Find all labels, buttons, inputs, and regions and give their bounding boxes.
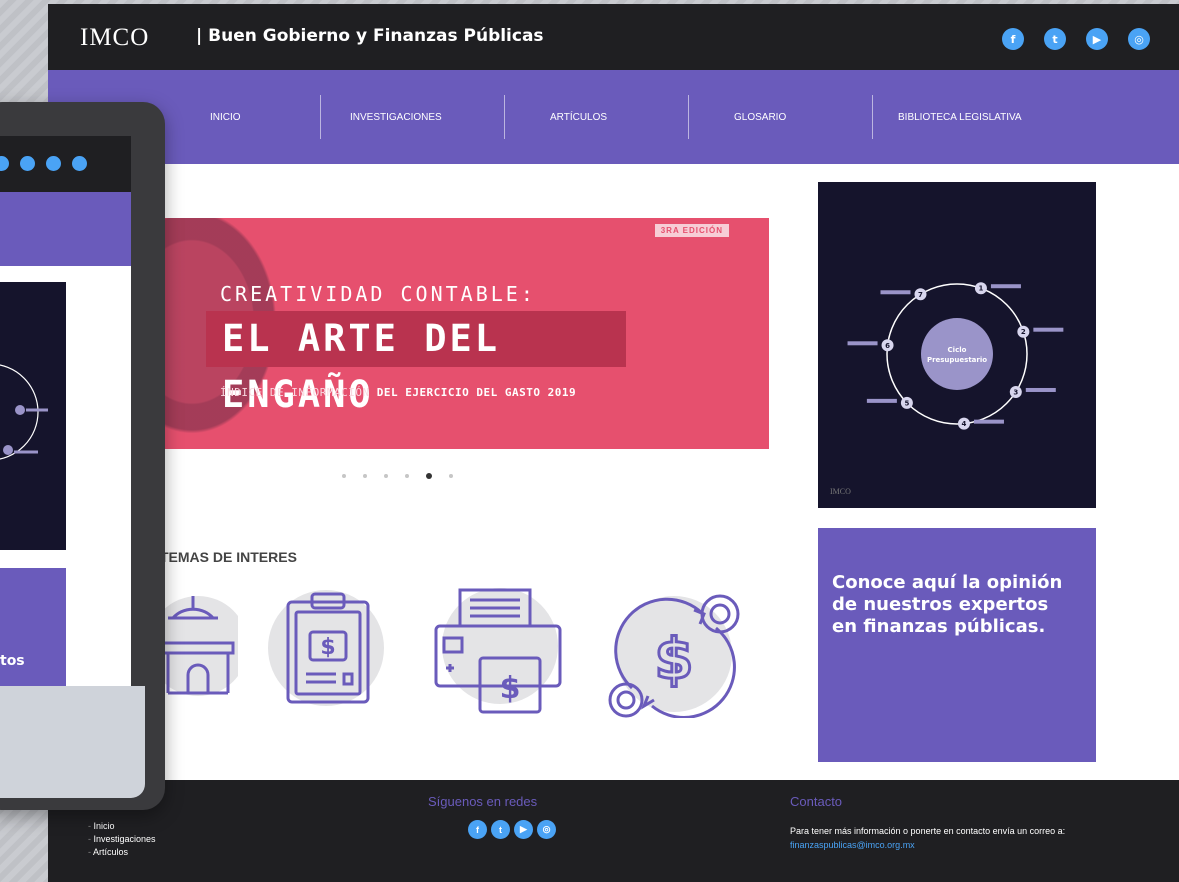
cycle-step-label — [880, 290, 911, 295]
graphic-logo: IMCO — [830, 487, 851, 496]
imco-logo[interactable]: IMCO — [80, 24, 149, 52]
carousel-dot[interactable] — [426, 473, 432, 479]
site-title: | Buen Gobierno y Finanzas Públicas — [196, 26, 544, 46]
twitter-icon[interactable]: t — [1044, 28, 1066, 50]
top-bar: IMCO | Buen Gobierno y Finanzas Públicas… — [48, 4, 1179, 70]
footer-link-articulos[interactable]: Artículos — [88, 846, 156, 859]
nav-divider — [504, 95, 505, 139]
main-nav: INICIO INVESTIGACIONES ARTÍCULOS GLOSARI… — [48, 70, 1179, 164]
main-content: 3RA EDICIÓN CREATIVIDAD CONTABLE: EL ART… — [48, 164, 1179, 780]
cycle-step-label — [990, 284, 1021, 289]
site-footer: Inicio Investigaciones Artículos Sígueno… — [48, 780, 1179, 882]
svg-text:$: $ — [655, 627, 694, 692]
tablet-social-links — [0, 156, 87, 171]
tablet-nav — [0, 192, 131, 266]
tablet-screen: tos — [0, 136, 131, 686]
cycle-step-label — [847, 341, 878, 346]
cycle-step-number: 4 — [962, 420, 967, 428]
tablet-experts-card: tos — [0, 568, 66, 686]
cycle-step-number: 1 — [979, 285, 984, 293]
facebook-icon[interactable]: f — [468, 820, 487, 839]
footer-social-heading: Síguenos en redes — [428, 794, 538, 809]
cycle-step-number: 3 — [1013, 388, 1018, 396]
tablet-card-text-fragment: tos — [0, 653, 25, 669]
experts-card-text: Conoce aquí la opinión de nuestros exper… — [832, 572, 1063, 637]
nav-investigaciones[interactable]: INVESTIGACIONES — [350, 70, 442, 164]
svg-text:$: $ — [320, 635, 335, 660]
cycle-step-number: 2 — [1021, 328, 1026, 336]
logo-text: IMCO — [80, 24, 150, 51]
nav-divider — [872, 95, 873, 139]
budget-cycle-diagram: Ciclo Presupuestario 1 2 3 4 5 6 7 IMCO — [830, 282, 1064, 496]
topics-heading: TEMAS DE INTERES — [160, 549, 297, 565]
carousel-pagination — [342, 473, 453, 479]
cycle-center-label-2: Presupuestario — [927, 356, 987, 364]
budget-cycle-graphic[interactable]: Ciclo Presupuestario 1 2 3 4 5 6 7 IMCO — [818, 182, 1096, 508]
tablet-budget-graphic — [0, 282, 66, 550]
carousel-dot[interactable] — [384, 474, 388, 478]
footer-contact-heading: Contacto — [790, 794, 843, 809]
printer-money-icon[interactable]: $ — [430, 588, 570, 718]
hero-banner[interactable]: 3RA EDICIÓN CREATIVIDAD CONTABLE: EL ART… — [158, 218, 769, 449]
footer-social-links: f t ▶ ◎ — [468, 820, 556, 839]
carousel-dot[interactable] — [342, 474, 346, 478]
money-exchange-icon[interactable]: $ — [604, 588, 744, 718]
cycle-step-label — [1025, 387, 1056, 392]
carousel-dot[interactable] — [449, 474, 453, 478]
government-building-icon[interactable] — [158, 588, 238, 698]
footer-links: Inicio Investigaciones Artículos — [88, 820, 156, 859]
nav-divider — [688, 95, 689, 139]
nav-divider — [320, 95, 321, 139]
budget-clipboard-icon[interactable]: $ — [266, 588, 396, 708]
contact-description: Para tener más información o ponerte en … — [790, 826, 1066, 836]
twitter-icon — [20, 156, 35, 171]
banner-headline: EL ARTE DEL ENGAÑO — [206, 311, 626, 416]
header-social-links: f t ▶ ◎ — [1002, 28, 1150, 50]
cycle-step-number: 7 — [918, 291, 923, 299]
cycle-center-label-1: Ciclo — [948, 346, 967, 354]
banner-kicker: CREATIVIDAD CONTABLE: — [220, 282, 536, 306]
carousel-dot[interactable] — [405, 474, 409, 478]
banner-subtitle-prefix: ÍNDICE DE INFORMACIÓN — [220, 386, 370, 399]
cycle-step-label — [973, 419, 1004, 424]
banner-subtitle: ÍNDICE DE INFORMACIÓN DEL EJERCICIO DEL … — [220, 386, 576, 399]
nav-articulos[interactable]: ARTÍCULOS — [550, 70, 607, 164]
youtube-icon[interactable]: ▶ — [514, 820, 533, 839]
cycle-step-label — [866, 398, 897, 403]
footer-link-inicio[interactable]: Inicio — [88, 820, 156, 833]
nav-inicio[interactable]: INICIO — [210, 70, 241, 164]
footer-contact-text: Para tener más información o ponerte en … — [790, 824, 1130, 852]
svg-text:$: $ — [500, 671, 521, 706]
tablet-bezel-bottom — [0, 686, 145, 798]
tablet-top-bar — [0, 136, 131, 192]
cycle-step-number: 5 — [904, 399, 909, 407]
carousel-dot[interactable] — [363, 474, 367, 478]
cycle-step-number: 6 — [885, 342, 890, 350]
nav-biblioteca-legislativa[interactable]: BIBLIOTECA LEGISLATIVA — [898, 70, 1022, 164]
instagram-icon — [72, 156, 87, 171]
tablet-device-mockup: tos — [0, 102, 165, 810]
twitter-icon[interactable]: t — [491, 820, 510, 839]
instagram-icon[interactable]: ◎ — [1128, 28, 1150, 50]
youtube-icon[interactable]: ▶ — [1086, 28, 1108, 50]
website-page: IMCO | Buen Gobierno y Finanzas Públicas… — [48, 4, 1179, 882]
banner-subtitle-bold: DEL EJERCICIO DEL GASTO 2019 — [376, 386, 577, 399]
nav-glosario[interactable]: GLOSARIO — [734, 70, 786, 164]
facebook-icon[interactable]: f — [1002, 28, 1024, 50]
edition-badge: 3RA EDICIÓN — [654, 224, 729, 237]
cycle-step-label — [1033, 327, 1064, 332]
instagram-icon[interactable]: ◎ — [537, 820, 556, 839]
youtube-icon — [46, 156, 61, 171]
facebook-icon — [0, 156, 9, 171]
footer-link-investigaciones[interactable]: Investigaciones — [88, 833, 156, 846]
experts-opinion-card[interactable]: Conoce aquí la opinión de nuestros exper… — [818, 528, 1096, 762]
tablet-cycle-diagram — [0, 364, 48, 460]
contact-email-link[interactable]: finanzaspublicas@imco.org.mx — [790, 840, 915, 850]
